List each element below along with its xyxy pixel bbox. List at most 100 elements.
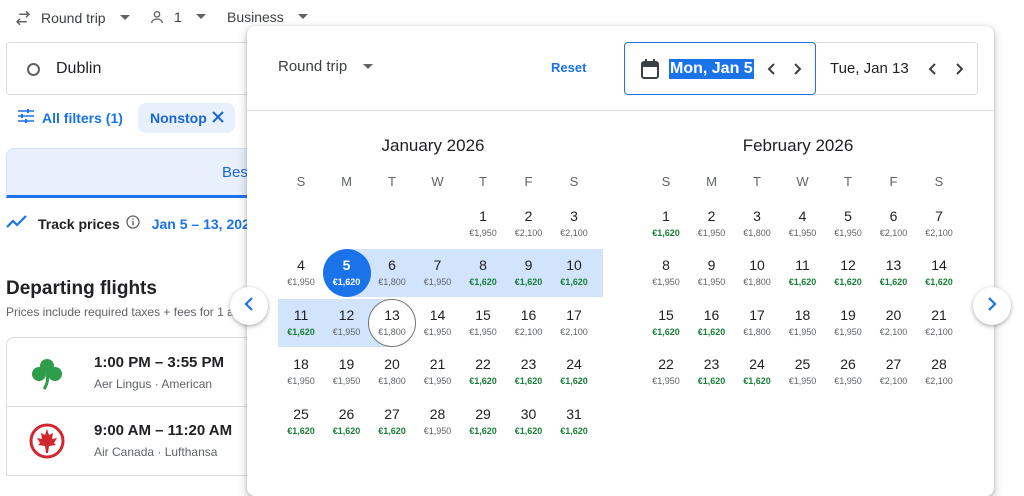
calendar-day[interactable]: 8 €1,950 [643,250,689,298]
calendar-day[interactable]: 6 €2,100 [871,201,917,249]
date-picker-dialog: Round trip Reset Mon, Jan 5 Tue, Jan 13 [247,26,994,496]
calendar-day[interactable]: 1 €1,620 [643,201,689,249]
passengers-dropdown[interactable]: 1 [149,9,206,25]
calendar-day[interactable]: 7 €2,100 [916,201,962,249]
calendar-day[interactable]: 5 €1,950 [825,201,871,249]
calendar-day[interactable]: 31 €1,620 [551,399,597,447]
day-price: €1,950 [788,326,817,337]
next-month-button[interactable] [973,287,1011,325]
day-number: 10 [566,257,582,274]
calendar-day[interactable]: 23 €1,620 [689,349,735,397]
calendar-day[interactable]: 21 €2,100 [916,300,962,348]
calendar-day[interactable]: 18 €1,950 [780,300,826,348]
calendar-day[interactable]: 4 €1,950 [780,201,826,249]
chevron-right-icon[interactable] [948,57,972,81]
calendar-day[interactable]: 17 €2,100 [551,300,597,348]
day-number: 15 [658,306,674,323]
calendar-day[interactable]: 17 €1,800 [734,300,780,348]
reset-button[interactable]: Reset [551,60,586,75]
chevron-left-icon[interactable] [920,57,944,81]
day-number: 16 [703,306,720,323]
calendar-day[interactable]: 11 €1,620 [780,250,826,298]
picker-trip-type-dropdown[interactable]: Round trip [278,58,374,75]
calendar-day[interactable]: 3 €1,800 [734,201,780,249]
calendar-day[interactable]: 1 €1,950 [460,201,506,249]
calendar-day[interactable]: 18 €1,950 [278,349,324,397]
nonstop-filter-chip[interactable]: Nonstop [138,103,235,133]
calendar-day[interactable]: 12 €1,950 [324,300,370,348]
cabin-class-dropdown[interactable]: Business [227,9,308,25]
previous-month-button[interactable] [230,287,268,325]
calendar-day[interactable]: 19 €1,950 [825,300,871,348]
calendar-day[interactable]: 23 €1,620 [506,349,552,397]
day-price: €1,620 [469,376,497,387]
day-number: 24 [566,356,582,373]
day-price: €1,620 [514,376,543,387]
calendar-day[interactable]: 6 €1,800 [369,250,415,298]
weekday-label: F [524,174,533,189]
day-price: €1,950 [834,376,862,387]
calendar-day[interactable]: 14 €1,950 [415,300,461,348]
all-filters-button[interactable]: All filters (1) [18,109,123,126]
day-price: €1,620 [469,277,497,288]
calendar-day[interactable]: 2 €2,100 [506,201,552,249]
calendar-day[interactable]: 14 €1,620 [916,250,962,298]
track-prices-label: Track prices [38,215,120,232]
calendar-day[interactable]: 29 €1,620 [460,399,506,447]
calendar-day[interactable]: 8 €1,620 [460,250,506,298]
flight-airlines: Air Canada · Lufthansa [94,445,218,459]
calendar-day[interactable]: 9 €1,950 [689,250,735,298]
day-price: €2,100 [560,326,588,337]
close-icon[interactable] [211,110,225,127]
calendar-day[interactable]: 20 €1,800 [369,349,415,397]
calendar-day[interactable]: 26 €1,620 [324,399,370,447]
day-price: €1,950 [469,228,497,238]
calendar-day[interactable]: 12 €1,620 [825,250,871,298]
calendar-day[interactable]: 4 €1,950 [278,250,324,298]
flight-row[interactable]: 1:00 PM – 3:55 PM Aer Lingus · American [6,337,266,407]
calendar-day[interactable]: 25 €1,620 [278,399,324,447]
calendar-day[interactable]: 9 €1,620 [506,250,552,298]
trip-type-label: Round trip [41,10,106,26]
calendar-day[interactable]: 20 €2,100 [871,300,917,348]
calendar-day[interactable]: 2 €1,950 [689,201,735,249]
calendar-day[interactable]: 22 €1,950 [643,349,689,397]
calendar-day[interactable]: 27 €2,100 [871,349,917,397]
calendar-day[interactable]: 16 €1,620 [689,300,735,348]
calendar-day[interactable]: 15 €1,620 [643,300,689,348]
calendar-day[interactable]: 11 €1,620 [278,300,324,348]
calendar-day[interactable]: 28 €1,950 [415,399,461,447]
calendar-day[interactable]: 19 €1,950 [324,349,370,397]
trip-type-dropdown[interactable]: Round trip [14,9,130,27]
calendar-day[interactable]: 10 €1,800 [734,250,780,298]
calendar-day[interactable]: 24 €1,620 [734,349,780,397]
calendar-day[interactable]: 15 €1,950 [460,300,506,348]
selected-departure-day[interactable]: 5 €1,620 [322,249,371,298]
calendar-day[interactable]: 28 €2,100 [916,349,962,397]
calendar-day[interactable]: 3 €2,100 [551,201,597,249]
origin-input[interactable]: Dublin [6,42,266,95]
calendar-day[interactable]: 21 €1,950 [415,349,461,397]
calendar-day[interactable]: 27 €1,620 [369,399,415,447]
calendar-day[interactable]: 25 €1,950 [780,349,826,397]
calendar-day[interactable]: 10 €1,620 [551,250,597,298]
calendar-day[interactable]: 24 €1,620 [551,349,597,397]
calendar-day[interactable]: 16 €2,100 [506,300,552,348]
return-date-field[interactable]: Tue, Jan 13 [816,42,978,95]
chevron-right-icon[interactable] [786,57,810,81]
tab-best[interactable]: Bes [6,148,266,198]
day-number: 5 [844,208,852,224]
calendar-day[interactable]: 7 €1,950 [415,250,461,298]
day-price: €1,800 [743,326,771,337]
selected-return-day[interactable]: 13 €1,800 [368,298,416,348]
info-icon[interactable] [126,215,140,232]
chevron-left-icon[interactable] [759,57,783,81]
calendar-day[interactable]: 30 €1,620 [506,399,552,447]
day-number: 11 [795,257,810,274]
calendar-day[interactable]: 26 €1,950 [825,349,871,397]
departure-date-field[interactable]: Mon, Jan 5 [624,42,816,95]
departing-flights-heading: Departing flights [6,278,157,299]
flight-row[interactable]: 9:00 AM – 11:20 AM Air Canada · Lufthans… [6,406,266,476]
calendar-day[interactable]: 22 €1,620 [460,349,506,397]
calendar-day[interactable]: 13 €1,620 [871,250,917,298]
